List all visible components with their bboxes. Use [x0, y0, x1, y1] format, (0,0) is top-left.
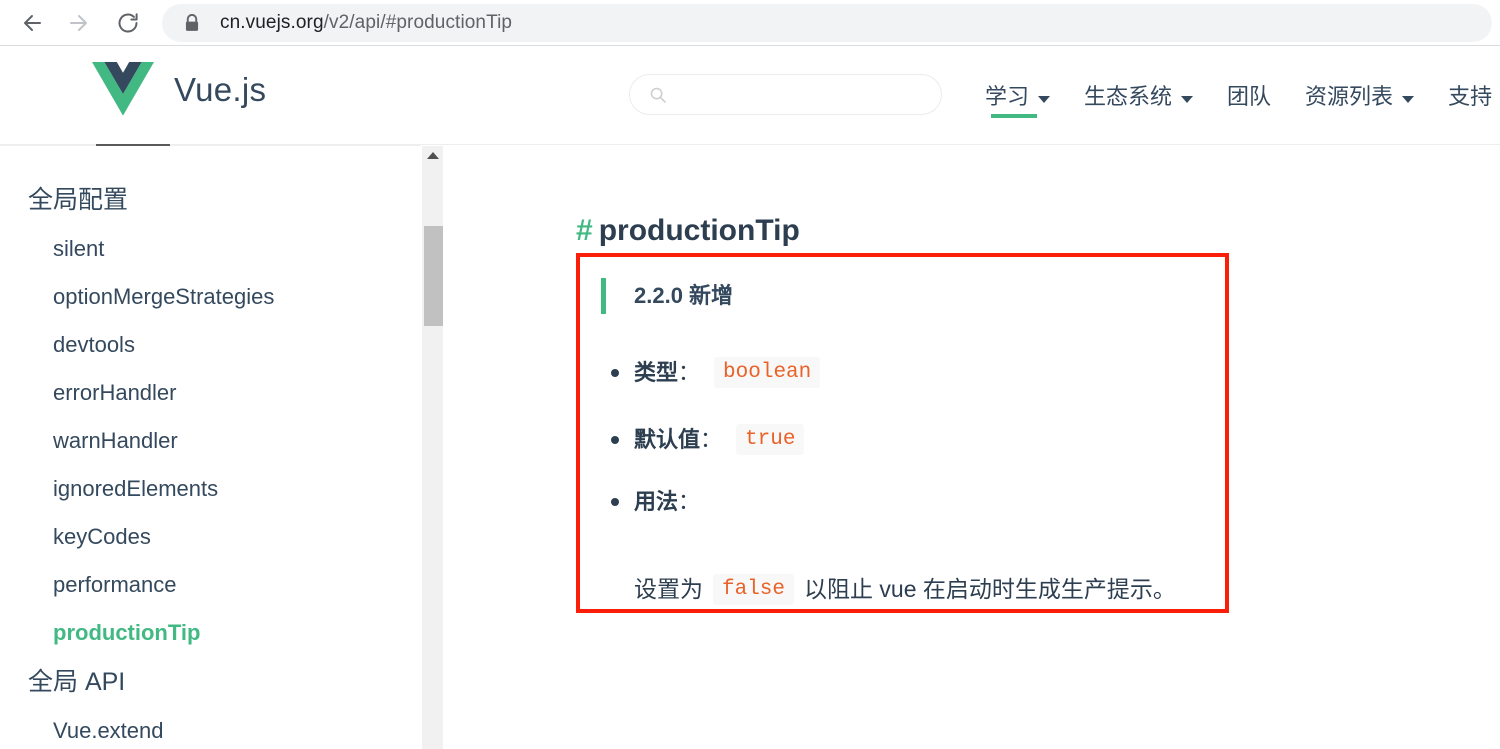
code-chip-true: true: [736, 424, 805, 455]
site-logo-link[interactable]: Vue.js: [92, 62, 266, 116]
scrollbar-up-button[interactable]: [422, 146, 444, 164]
back-button[interactable]: [15, 6, 49, 40]
url-domain: cn.vuejs.org: [220, 12, 324, 33]
address-bar[interactable]: cn.vuejs.org/v2/api/#productionTip: [162, 4, 1492, 42]
sidebar-heading-global-config[interactable]: 全局配置: [0, 188, 421, 213]
main-nav: 学习 生态系统 团队 资源列表 支持: [985, 74, 1492, 124]
nav-item-team[interactable]: 团队: [1227, 74, 1271, 124]
highlight-callout-box: 2.2.0 新增 类型： boolean 默认值： true 用法： 设置为 f…: [576, 253, 1229, 613]
property-label: 用法: [634, 489, 679, 514]
arrow-left-icon: [24, 15, 41, 31]
list-item-usage: 用法：: [602, 491, 1202, 513]
property-colon: ：: [678, 359, 701, 385]
reload-icon: [118, 13, 138, 33]
nav-item-label: 支持: [1448, 84, 1493, 109]
page-title: # productionTip: [576, 216, 800, 246]
property-label: 类型: [634, 359, 679, 385]
chevron-down-icon: [1402, 95, 1415, 103]
sidebar-scrollbar[interactable]: [421, 146, 443, 749]
reload-button[interactable]: [111, 6, 145, 40]
search-box[interactable]: [629, 74, 942, 115]
usage-suffix-text: 以阻止 vue 在启动时生成生产提示。: [804, 576, 1176, 602]
sidebar-item-devtools[interactable]: devtools: [0, 334, 421, 356]
list-item-type: 类型： boolean: [602, 357, 1202, 388]
url-path: /v2/api/#productionTip: [323, 12, 513, 33]
caret-up-icon: [427, 151, 439, 159]
page-root: cn.vuejs.org/v2/api/#productionTip Vue.j…: [0, 0, 1500, 749]
nav-item-support[interactable]: 支持: [1448, 74, 1492, 124]
browser-toolbar: cn.vuejs.org/v2/api/#productionTip: [0, 0, 1500, 46]
scrollbar-thumb[interactable]: [424, 226, 443, 326]
sidebar-item-ignoredelements[interactable]: ignoredElements: [0, 478, 421, 500]
lock-icon: [185, 14, 199, 31]
chevron-down-icon: [1181, 95, 1194, 103]
property-label: 默认值: [634, 426, 701, 452]
sidebar-heading-global-api[interactable]: 全局 API: [0, 670, 421, 695]
site-header: Vue.js 学习 生态系统 团队 资源列表 支持: [0, 46, 1500, 145]
nav-item-ecosystem[interactable]: 生态系统: [1084, 74, 1194, 124]
nav-item-label: 学习: [985, 84, 1030, 109]
nav-item-label: 生态系统: [1084, 84, 1173, 109]
brand-name: Vue.js: [174, 70, 267, 108]
sidebar-item-keycodes[interactable]: keyCodes: [0, 526, 421, 548]
code-chip-boolean: boolean: [714, 357, 821, 388]
nav-item-label: 资源列表: [1305, 84, 1394, 109]
code-chip-false: false: [713, 574, 795, 605]
search-input[interactable]: [678, 79, 918, 110]
main-content: # productionTip 2.2.0 新增 类型： boolean 默认值：…: [443, 146, 1500, 749]
nav-item-resources[interactable]: 资源列表: [1305, 74, 1415, 124]
property-list: 类型： boolean 默认值： true 用法：: [602, 357, 1202, 549]
anchor-hash-icon[interactable]: #: [576, 214, 593, 247]
sidebar-item-productiontip[interactable]: productionTip: [0, 622, 421, 644]
sidebar-item-performance[interactable]: performance: [0, 574, 421, 596]
search-icon: [650, 87, 666, 103]
usage-paragraph: 设置为 false 以阻止 vue 在启动时生成生产提示。: [634, 574, 1176, 605]
arrow-right-icon: [70, 15, 87, 31]
vue-logo-icon: [92, 62, 154, 116]
version-note-text: 2.2.0 新增: [634, 283, 734, 308]
forward-button[interactable]: [62, 6, 96, 40]
page-title-text: productionTip: [598, 214, 800, 248]
sidebar-nav: 全局配置 silent optionMergeStrategies devtoo…: [0, 146, 421, 749]
property-colon: ：: [700, 426, 723, 452]
sidebar-item-errorhandler[interactable]: errorHandler: [0, 382, 421, 404]
chevron-down-icon: [1038, 95, 1051, 103]
url-text: cn.vuejs.org/v2/api/#productionTip: [220, 12, 512, 34]
list-item-default: 默认值： true: [602, 424, 1202, 455]
nav-item-xuexi[interactable]: 学习: [985, 74, 1051, 124]
property-colon: ：: [678, 489, 701, 514]
sidebar-item-warnhandler[interactable]: warnHandler: [0, 430, 421, 452]
usage-prefix-text: 设置为: [634, 576, 703, 602]
nav-item-label: 团队: [1227, 84, 1272, 109]
sidebar-item-silent[interactable]: silent: [0, 238, 421, 260]
sidebar-item-optionmergestrategies[interactable]: optionMergeStrategies: [0, 286, 421, 308]
sidebar-item-vue-extend[interactable]: Vue.extend: [0, 720, 421, 742]
version-blockquote: 2.2.0 新增: [601, 278, 733, 314]
